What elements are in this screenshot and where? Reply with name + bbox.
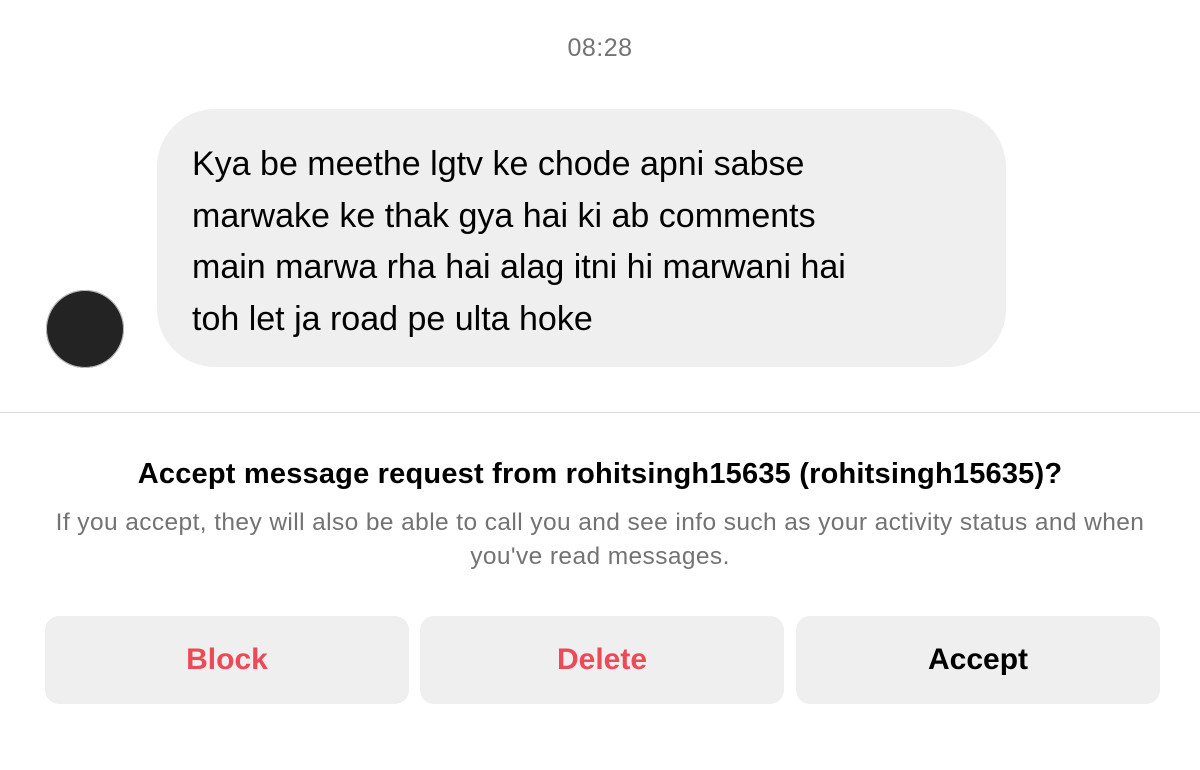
message-text: Kya be meethe lgtv ke chode apni sabse m… bbox=[192, 145, 846, 338]
accept-button[interactable]: Accept bbox=[796, 616, 1160, 704]
message-bubble[interactable]: Kya be meethe lgtv ke chode apni sabse m… bbox=[157, 109, 1006, 367]
delete-button[interactable]: Delete bbox=[420, 616, 784, 704]
request-title: Accept message request from rohitsingh15… bbox=[137, 458, 1063, 490]
sender-avatar[interactable] bbox=[46, 290, 124, 368]
divider bbox=[0, 412, 1200, 413]
block-button[interactable]: Block bbox=[45, 616, 409, 704]
message-timestamp: 08:28 bbox=[567, 34, 633, 62]
request-description: If you accept, they will also be able to… bbox=[55, 509, 1145, 570]
